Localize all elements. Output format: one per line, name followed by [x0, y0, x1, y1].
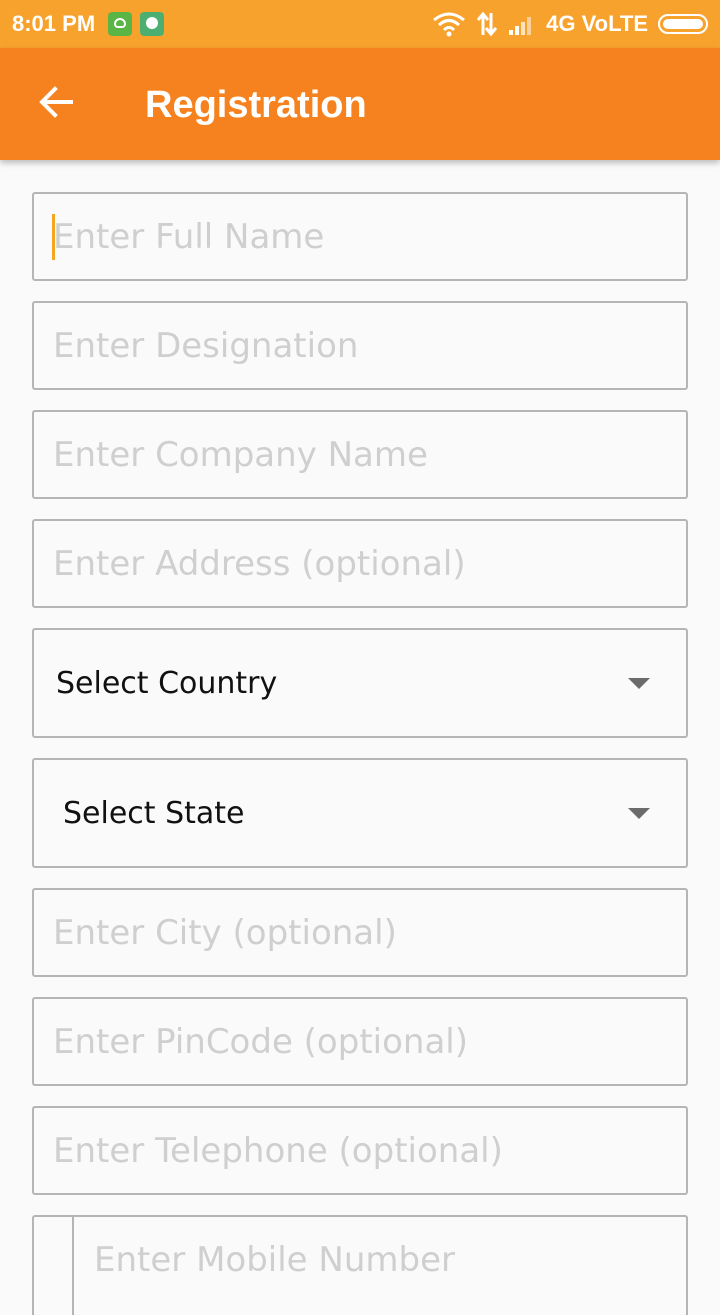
address-field-box: [32, 519, 688, 608]
status-time: 8:01 PM: [12, 11, 96, 36]
pincode-field-box: [32, 997, 688, 1086]
battery-icon: [658, 14, 708, 34]
country-select[interactable]: Select Country: [32, 628, 688, 738]
page-title: Registration: [145, 84, 367, 126]
country-code-picker[interactable]: [34, 1217, 74, 1315]
notification-chat-icon: [140, 12, 164, 36]
designation-input[interactable]: [53, 303, 663, 388]
mobile-number-input[interactable]: [94, 1235, 674, 1285]
dropdown-arrow-icon: [628, 678, 650, 689]
network-type: 4G VoLTE: [546, 11, 648, 36]
state-select-label: Select State: [63, 796, 245, 831]
notification-app-icon: [108, 12, 132, 36]
telephone-field-box: [32, 1106, 688, 1195]
full-name-input[interactable]: [53, 194, 663, 279]
data-transfer-icon: [476, 11, 498, 37]
full-name-field-box: [32, 192, 688, 281]
city-input[interactable]: [53, 890, 663, 975]
status-indicators: 4G VoLTE: [432, 9, 708, 39]
company-field-box: [32, 410, 688, 499]
signal-icon: [508, 12, 536, 36]
designation-field-box: [32, 301, 688, 390]
dropdown-arrow-icon: [628, 808, 650, 819]
mobile-number-row: [32, 1215, 688, 1315]
country-select-label: Select Country: [56, 666, 278, 701]
pincode-input[interactable]: [53, 999, 663, 1084]
status-bar: 8:01 PM 4G VoLTE: [0, 0, 720, 48]
address-input[interactable]: [53, 521, 663, 606]
wifi-icon: [432, 11, 466, 37]
registration-form: Select Country Select State: [0, 160, 720, 1315]
back-button[interactable]: [24, 72, 88, 136]
telephone-input[interactable]: [53, 1108, 663, 1193]
state-select[interactable]: Select State: [32, 758, 688, 868]
app-bar: Registration: [0, 48, 720, 160]
arrow-back-icon: [38, 84, 74, 125]
company-name-input[interactable]: [53, 412, 663, 497]
city-field-box: [32, 888, 688, 977]
